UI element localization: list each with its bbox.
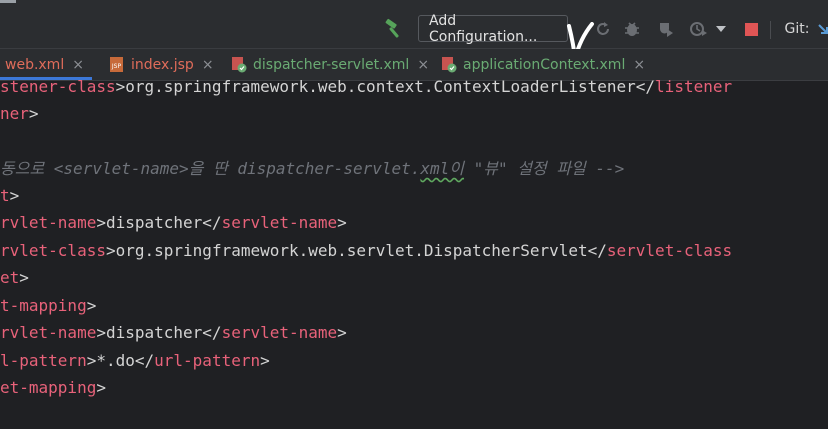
xml-comment: 동으로 <servlet-name>을 딴 dispatcher-servlet… <box>0 159 421 178</box>
code-line: rvlet-name>dispatcher</servlet-name> <box>0 323 347 342</box>
xml-tag: servlet-class <box>606 241 733 260</box>
spring-xml-file-icon <box>232 57 247 73</box>
xml-text: org.springframework.web.context.ContextL… <box>125 77 636 96</box>
main-toolbar: Add Configuration... Git: <box>0 10 828 60</box>
stop-icon[interactable] <box>740 10 762 48</box>
code-line: 동으로 <servlet-name>을 딴 dispatcher-servlet… <box>0 155 624 182</box>
xml-tag: stener-class <box>0 77 116 96</box>
coverage-icon[interactable] <box>655 10 677 48</box>
spring-xml-file-icon <box>442 57 457 73</box>
toolbar-separator <box>770 21 771 39</box>
xml-tag: url-pattern <box>154 351 261 370</box>
code-line: rvlet-name>dispatcher</servlet-name> <box>0 213 347 232</box>
git-label: Git: <box>784 21 810 37</box>
code-line: t-mapping> <box>0 296 97 315</box>
xml-text: dispatcher <box>105 213 203 232</box>
bug-icon[interactable] <box>621 10 643 48</box>
xml-comment: "뷰" 설정 파일 --> <box>464 159 625 178</box>
code-line: et-mapping> <box>0 378 106 397</box>
close-icon[interactable]: × <box>417 57 429 73</box>
xml-tag: ner <box>0 104 29 123</box>
code-line: stener-class>org.springframework.web.con… <box>0 77 733 96</box>
window-top-strip <box>0 0 828 10</box>
code-editor[interactable]: stener-class>org.springframework.web.con… <box>0 77 828 429</box>
profile-icon[interactable] <box>688 10 710 48</box>
close-icon[interactable]: × <box>202 57 214 73</box>
code-line: t> <box>0 186 20 205</box>
xml-tag: l-pattern <box>0 351 87 370</box>
xml-tag: et-mapping <box>0 378 97 397</box>
spellcheck-word: xml이 <box>420 159 465 178</box>
tab-web-xml-label: web.xml <box>5 56 65 73</box>
code-line: l-pattern>*.do</url-pattern> <box>0 351 270 370</box>
code-line: rvlet-class>org.springframework.web.serv… <box>0 241 733 260</box>
xml-text: *.do <box>96 351 135 370</box>
git-update-arrow-icon[interactable] <box>816 10 828 48</box>
close-icon[interactable]: × <box>72 57 84 73</box>
xml-tag: rvlet-class <box>0 241 106 260</box>
svg-text:JSP: JSP <box>111 63 122 70</box>
hammer-icon[interactable] <box>380 10 408 48</box>
code-line: et> <box>0 268 29 287</box>
rerun-icon[interactable] <box>592 10 614 48</box>
xml-tag: rvlet-name <box>0 323 97 342</box>
jsp-file-icon: JSP <box>110 57 123 72</box>
code-line: ner> <box>0 104 39 123</box>
xml-tag: rvlet-name <box>0 213 97 232</box>
tab-index-jsp-label: index.jsp <box>131 56 194 73</box>
xml-tag: t <box>0 186 10 205</box>
xml-tag: et <box>0 268 20 287</box>
xml-tag: t-mapping <box>0 296 87 315</box>
close-icon[interactable]: × <box>633 57 645 73</box>
run-configuration-dropdown[interactable]: Add Configuration... <box>418 13 568 45</box>
xml-tag: listener <box>655 77 733 96</box>
xml-text: dispatcher <box>105 323 203 342</box>
tab-application-context-xml-label: applicationContext.xml <box>463 56 626 73</box>
tab-dispatcher-servlet-xml-label: dispatcher-servlet.xml <box>253 56 410 73</box>
top-strip-mark <box>0 0 16 3</box>
xml-text: org.springframework.web.servlet.Dispatch… <box>115 241 588 260</box>
xml-tag: servlet-name <box>221 213 338 232</box>
chevron-down-icon[interactable] <box>713 10 729 48</box>
xml-tag: servlet-name <box>221 323 338 342</box>
